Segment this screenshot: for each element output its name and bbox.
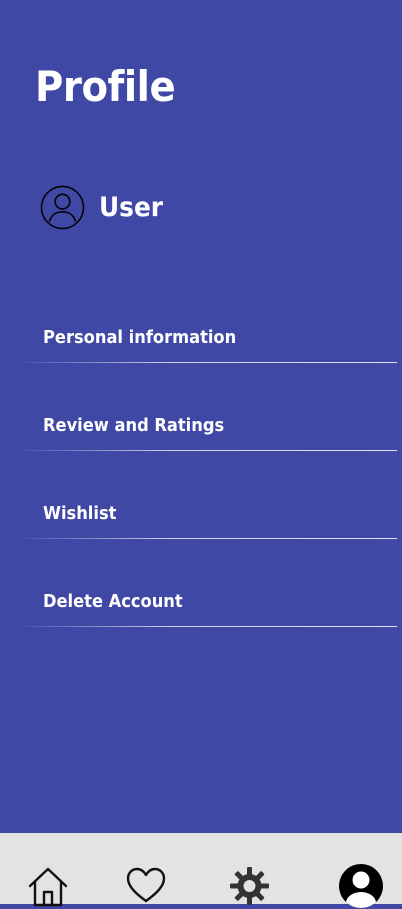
user-name: User — [99, 191, 164, 223]
bottom-nav — [0, 833, 402, 908]
nav-settings-button[interactable] — [226, 863, 272, 909]
menu-item-label: Personal information — [43, 328, 237, 348]
menu-item-label: Delete Account — [43, 592, 183, 612]
menu-divider — [22, 362, 397, 363]
menu-item-label: Review and Ratings — [43, 416, 225, 436]
user-row: User — [40, 184, 169, 230]
menu-item-label: Wishlist — [43, 504, 117, 524]
menu-item-review-and-ratings[interactable]: Review and Ratings — [22, 405, 397, 451]
profile-screen: Profile User Personal information Review… — [0, 0, 402, 908]
menu-item-delete-account[interactable]: Delete Account — [22, 581, 397, 627]
menu-divider — [22, 538, 397, 539]
nav-home-button[interactable] — [25, 863, 71, 909]
menu-divider — [22, 626, 397, 627]
gear-icon — [230, 867, 269, 905]
page-title: Profile — [35, 62, 176, 111]
heart-icon — [126, 867, 166, 903]
menu-item-wishlist[interactable]: Wishlist — [22, 493, 397, 539]
profile-icon — [339, 864, 383, 908]
menu-divider — [22, 450, 397, 451]
nav-wishlist-button[interactable] — [123, 863, 169, 909]
menu-item-personal-information[interactable]: Personal information — [22, 317, 397, 363]
user-avatar-icon — [40, 185, 85, 229]
home-icon — [28, 867, 68, 907]
nav-profile-button[interactable] — [338, 863, 384, 909]
